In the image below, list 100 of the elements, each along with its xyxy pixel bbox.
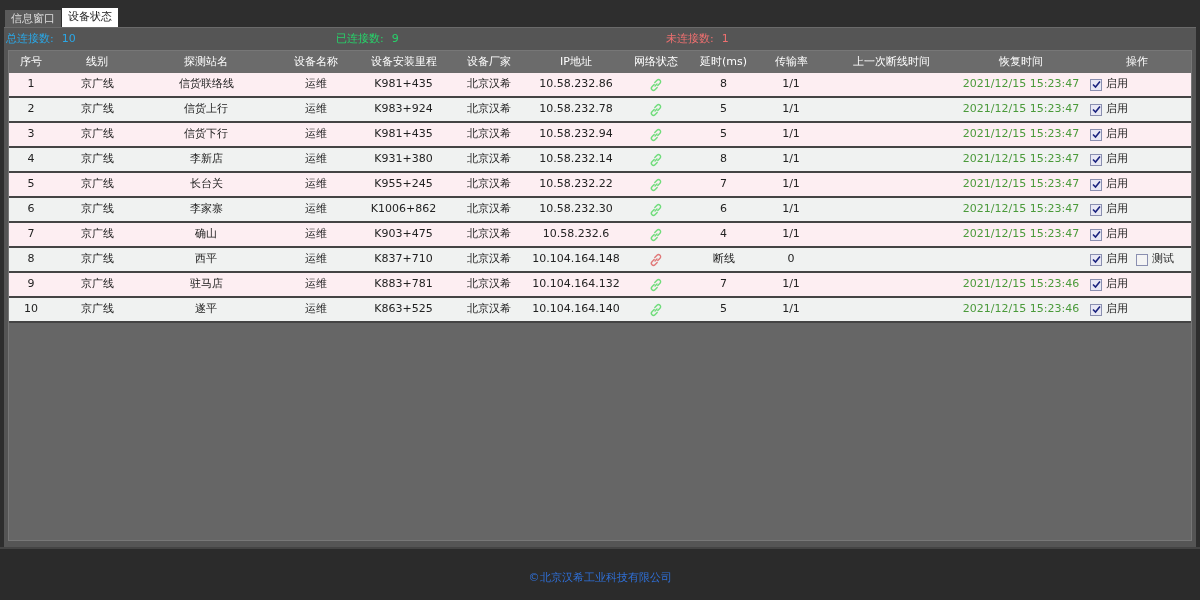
table-cell-text: K981+435 [373,76,434,93]
table-cell: 2021/12/15 15:23:47 [962,151,1080,168]
table-cell-text: 10.104.164.140 [531,301,621,318]
table-cell: 2021/12/15 15:23:47 [962,176,1080,193]
column-header: IP地址 [559,53,593,70]
checkbox[interactable] [1090,78,1102,91]
table-cell-text: 信货下行 [183,126,229,143]
table-cell-text: 京广线 [79,251,115,268]
table-cell-text: 北京汉希 [465,176,512,193]
table-cell-text: 1/1 [781,151,801,168]
table-cell-text: K883+781 [373,276,434,293]
column-header: 网络状态 [633,53,679,70]
table-cell: 2021/12/15 15:23:47 [962,201,1080,218]
summary-count: 9 [391,30,399,47]
table-cell-text: K837+710 [373,251,434,268]
table-cell-text: 8 [26,251,36,268]
checkbox[interactable] [1090,228,1102,241]
table-cell-text: 10.58.232.94 [538,126,614,143]
table-cell-text: 7 [719,176,728,193]
table-cell: 2021/12/15 15:23:47 [962,126,1080,143]
table-cell-text: 5 [719,126,728,143]
tab[interactable]: 信息窗口 [5,10,61,27]
table-cell: 2021/12/15 15:23:47 [962,226,1080,243]
table-cell-text: 10.104.164.132 [531,276,621,293]
table-cell-text: 1 [26,76,36,93]
checkbox-label: 启用 [1106,151,1128,168]
summary-label: 已连接数: [336,30,384,47]
column-header: 上一次断线时间 [851,53,931,70]
table-cell-text: 北京汉希 [465,301,512,318]
table-cell-text: 1/1 [781,176,801,193]
table-cell-text: 4 [26,151,36,168]
table-cell-text: 7 [26,226,36,243]
table-cell-text: 10.58.232.30 [538,201,614,218]
checkbox[interactable] [1090,178,1102,191]
table-cell-text: 10 [23,301,39,318]
checkbox[interactable] [1090,103,1102,116]
checkbox-label: 启用 [1106,276,1128,293]
checkbox[interactable] [1090,303,1102,316]
table-cell-text: 运维 [304,76,328,93]
column-header: 操作 [1124,53,1149,70]
table-cell-text: 8 [719,151,728,168]
table-cell-text: 京广线 [79,301,115,318]
table-cell-text: 京广线 [79,276,115,293]
table-cell-text: K955+245 [373,176,434,193]
table-cell-text: 10.58.232.86 [538,76,614,93]
table-cell-text: 7 [719,276,728,293]
table-cell-text: 10.58.232.78 [538,101,614,118]
table-cell-text: 1/1 [781,201,801,218]
table-cell-text: 驻马店 [188,276,224,293]
table-cell-text: 李家寨 [188,201,224,218]
column-header: 探测站名 [183,53,229,70]
column-header: 设备安装里程 [369,53,438,70]
table-cell-text: 6 [719,201,728,218]
checkbox-label: 测试 [1152,251,1174,268]
table-cell-text: 北京汉希 [465,276,512,293]
table-cell-text: 北京汉希 [465,201,512,218]
checkbox-label: 启用 [1106,176,1128,193]
table-cell-text: 1/1 [781,226,801,243]
table-cell: 2021/12/15 15:23:46 [962,301,1080,318]
table-cell-text: K931+380 [373,151,434,168]
column-header: 延时(ms) [699,53,748,70]
table-cell-text: 北京汉希 [465,76,512,93]
table-cell-text: K1006+862 [369,201,438,218]
table-cell-text: 1/1 [781,101,801,118]
table-cell-text: 李新店 [188,151,224,168]
tab[interactable]: 设备状态 [62,8,118,27]
column-header: 传输率 [773,53,809,70]
table-cell-text: 运维 [304,226,328,243]
checkbox[interactable] [1136,253,1148,266]
table-cell-text: 运维 [304,201,328,218]
table-cell-text: 6 [26,201,36,218]
table-cell-text: 运维 [304,176,328,193]
summary-count: 10 [61,30,76,47]
table-cell: 2021/12/15 15:23:47 [962,101,1080,118]
table-cell-text: 运维 [304,276,328,293]
checkbox[interactable] [1090,253,1102,266]
table-cell-text: 京广线 [79,176,115,193]
table-cell-text: 断线 [711,251,736,268]
table-cell-text: 确山 [194,226,218,243]
table-cell-text: 北京汉希 [465,101,512,118]
table-cell-text: 运维 [304,151,328,168]
checkbox-label: 启用 [1106,76,1128,93]
column-header: 恢复时间 [998,53,1044,70]
summary-label: 总连接数: [6,30,54,47]
checkbox[interactable] [1090,203,1102,216]
table-cell: 2021/12/15 15:23:47 [962,76,1080,93]
table-cell-text: 遂平 [194,301,218,318]
checkbox[interactable] [1090,278,1102,291]
table-cell-text: K983+924 [373,101,434,118]
table-cell-text: 北京汉希 [465,226,512,243]
table-cell-text: 信货联络线 [177,76,235,93]
table-cell-text: 运维 [304,251,328,268]
checkbox-label: 启用 [1106,201,1128,218]
checkbox[interactable] [1090,153,1102,166]
checkbox[interactable] [1090,128,1102,141]
table-cell: 2021/12/15 15:23:46 [962,276,1080,293]
table-cell-text: K863+525 [373,301,434,318]
column-header: 设备名称 [293,53,339,70]
column-header: 线别 [85,53,109,70]
checkbox-label: 启用 [1106,301,1128,318]
